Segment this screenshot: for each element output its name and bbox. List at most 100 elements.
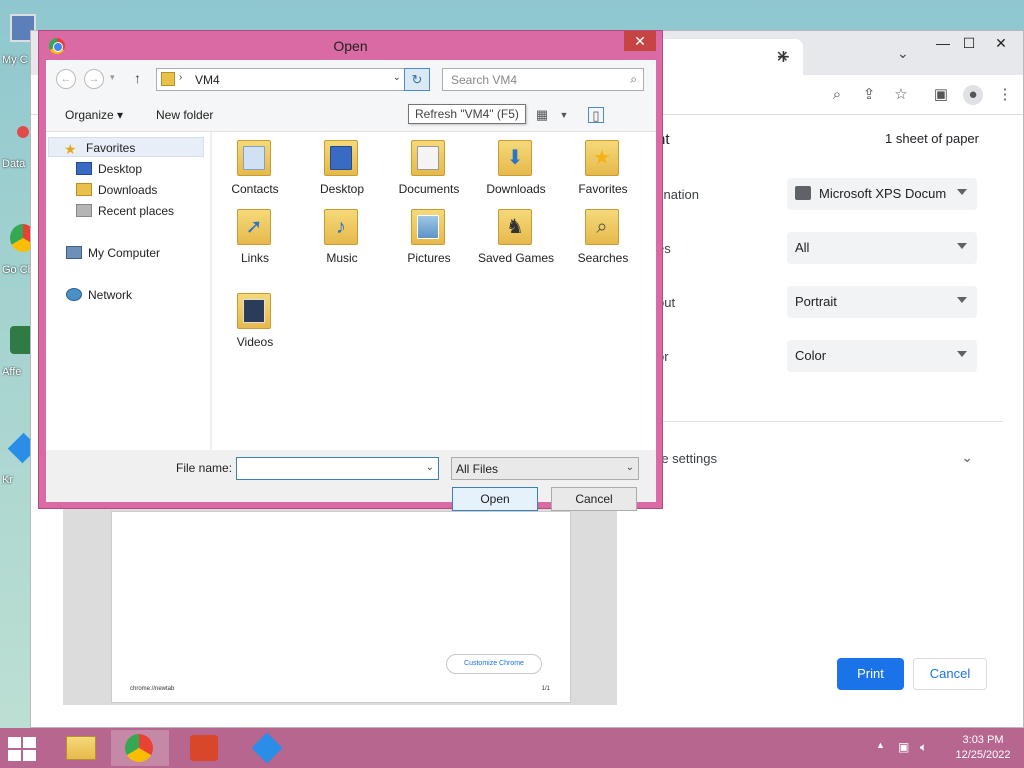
share-icon[interactable]: ⇪ bbox=[859, 85, 879, 105]
system-clock[interactable]: 3:03 PM 12/25/2022 bbox=[946, 733, 1020, 763]
folder-item-saved-games[interactable]: ♞ Saved Games bbox=[477, 207, 555, 266]
search-input[interactable]: Search VM4 ⌕ bbox=[442, 68, 644, 91]
sheet-count: 1 sheet of paper bbox=[885, 131, 979, 146]
refresh-tooltip: Refresh "VM4" (F5) bbox=[408, 104, 526, 124]
nav-item-my-computer[interactable]: My Computer bbox=[66, 246, 160, 260]
nav-item-favorites[interactable]: ★ Favorites bbox=[64, 141, 135, 157]
back-arrow-icon[interactable]: ← bbox=[56, 69, 76, 89]
folder-item-music[interactable]: ♪ Music bbox=[303, 207, 381, 266]
folder-icon bbox=[161, 72, 175, 86]
desktop-icon-my-computer[interactable]: My C bbox=[0, 8, 36, 78]
refresh-button[interactable]: ↻ bbox=[404, 68, 430, 91]
view-options-icon[interactable]: ▦ bbox=[534, 107, 550, 123]
more-menu-icon[interactable]: ⋮ bbox=[995, 85, 1015, 105]
pages-value: All bbox=[795, 240, 810, 255]
open-file-dialog: Open ✕ ← → ▾ ↑ › VM4 ⌄ ↻ Search VM4 ⌕ Or… bbox=[38, 30, 663, 511]
taskbar-acrobat[interactable] bbox=[176, 730, 234, 766]
open-button[interactable]: Open bbox=[452, 487, 538, 511]
network-status-icon[interactable]: ▣ bbox=[898, 740, 909, 754]
side-panel-icon[interactable]: ▣ bbox=[931, 85, 951, 105]
show-hidden-icons-icon[interactable]: ▲ bbox=[876, 740, 885, 750]
chevron-down-icon[interactable]: ⌄ bbox=[393, 72, 401, 83]
dialog-body: ← → ▾ ↑ › VM4 ⌄ ↻ Search VM4 ⌕ Organize … bbox=[46, 60, 656, 511]
nav-item-label: Desktop bbox=[98, 162, 143, 176]
zoom-icon[interactable]: ⌕ bbox=[827, 85, 847, 105]
nav-item-network[interactable]: Network bbox=[66, 288, 132, 302]
recent-locations-icon[interactable]: ▾ bbox=[110, 72, 115, 83]
taskbar-file-explorer[interactable] bbox=[52, 730, 110, 766]
chevron-down-icon[interactable]: ⌄ bbox=[897, 45, 909, 62]
dialog-footer: File name: ⌄ All Files ⌄ Open Cancel bbox=[46, 450, 656, 511]
printer-icon bbox=[795, 186, 811, 200]
chevron-down-icon[interactable]: ⌄ bbox=[426, 462, 434, 473]
folder-item-contacts[interactable]: Contacts bbox=[216, 138, 294, 197]
desktop-icon-affinity[interactable]: Affe bbox=[0, 320, 36, 400]
nav-item-recent-places[interactable]: Recent places bbox=[76, 204, 174, 218]
folder-item-desktop[interactable]: Desktop bbox=[303, 138, 381, 197]
folder-item-links[interactable]: ➚ Links bbox=[216, 207, 294, 266]
videos-folder-icon bbox=[237, 291, 273, 331]
chevron-down-icon[interactable]: ▼ bbox=[556, 107, 572, 123]
more-settings-toggle[interactable]: re settings bbox=[657, 451, 717, 466]
downloads-folder-icon bbox=[76, 183, 92, 196]
folder-name: Documents bbox=[398, 182, 460, 196]
nav-item-desktop[interactable]: Desktop bbox=[76, 162, 142, 176]
layout-select[interactable]: Portrait bbox=[787, 286, 977, 318]
documents-folder-icon bbox=[411, 138, 447, 178]
breadcrumb[interactable]: VM4 bbox=[195, 73, 220, 87]
folder-item-favorites[interactable]: ★ Favorites bbox=[564, 138, 642, 197]
cancel-print-button[interactable]: Cancel bbox=[913, 658, 987, 690]
customize-chrome-button: Customize Chrome bbox=[446, 654, 542, 674]
organize-menu[interactable]: Organize ▾ bbox=[65, 108, 123, 122]
folder-name: Downloads bbox=[486, 182, 546, 196]
desktop-icon-kr[interactable]: Kr bbox=[0, 428, 39, 498]
address-field[interactable]: › VM4 ⌄ bbox=[156, 68, 406, 91]
folder-item-documents[interactable]: Documents bbox=[390, 138, 468, 197]
file-name-input[interactable]: ⌄ bbox=[236, 457, 439, 480]
color-value: Color bbox=[795, 348, 827, 363]
volume-icon[interactable]: 🔈︎ bbox=[920, 740, 927, 755]
nav-item-downloads[interactable]: Downloads bbox=[76, 183, 157, 197]
refresh-icon: ↻ bbox=[411, 72, 423, 87]
maximize-icon[interactable]: ☐ bbox=[955, 35, 983, 52]
minimize-icon[interactable]: — bbox=[929, 35, 957, 51]
taskbar-diamond-app[interactable] bbox=[238, 730, 296, 766]
desktop-icon bbox=[76, 162, 92, 175]
preview-pane-icon[interactable]: ▯ bbox=[588, 107, 604, 123]
chevron-down-icon[interactable]: ⌄ bbox=[961, 449, 973, 466]
file-type-filter-select[interactable]: All Files ⌄ bbox=[451, 457, 639, 480]
color-select[interactable]: Color bbox=[787, 340, 977, 372]
dialog-close-button[interactable]: ✕ bbox=[624, 31, 656, 51]
print-button[interactable]: Print bbox=[837, 658, 904, 690]
navigation-pane: ★ Favorites Desktop Downloads Recent plac… bbox=[46, 132, 210, 450]
folder-name: Music bbox=[326, 251, 358, 265]
folder-item-downloads[interactable]: ⬇ Downloads bbox=[477, 138, 555, 197]
close-window-icon[interactable]: ✕ bbox=[987, 35, 1015, 52]
folder-name: Desktop bbox=[319, 182, 365, 196]
folder-name: Links bbox=[240, 251, 269, 265]
folder-item-pictures[interactable]: Pictures bbox=[390, 207, 468, 266]
windows-start-icon[interactable] bbox=[8, 737, 38, 761]
new-folder-button[interactable]: New folder bbox=[156, 108, 213, 122]
folder-item-searches[interactable]: ⌕ Searches bbox=[564, 207, 642, 266]
print-settings-panel: nt 1 sheet of paper tination Microsoft X… bbox=[617, 115, 1003, 705]
diamond-icon bbox=[251, 732, 283, 764]
computer-icon bbox=[66, 246, 82, 259]
star-icon: ★ bbox=[64, 141, 77, 157]
downloads-folder-icon: ⬇ bbox=[498, 138, 534, 178]
up-arrow-icon[interactable]: ↑ bbox=[134, 70, 141, 86]
desktop-icon-data[interactable]: Data bbox=[0, 112, 36, 182]
saved-games-folder-icon: ♞ bbox=[498, 207, 534, 247]
folder-name: Searches bbox=[577, 251, 629, 265]
destination-select[interactable]: Microsoft XPS Docum bbox=[787, 178, 977, 210]
taskbar-chrome[interactable] bbox=[111, 730, 169, 766]
cancel-button[interactable]: Cancel bbox=[551, 487, 637, 511]
pages-select[interactable]: All bbox=[787, 232, 977, 264]
bookmark-star-icon[interactable]: ☆ bbox=[891, 85, 911, 105]
forward-arrow-icon[interactable]: → bbox=[84, 69, 104, 89]
profile-avatar-icon[interactable]: ● bbox=[963, 85, 983, 105]
desktop-icon-google-chrome[interactable]: Go Ch bbox=[0, 218, 36, 298]
folder-item-videos[interactable]: Videos bbox=[216, 291, 294, 350]
new-tab-icon[interactable]: + bbox=[777, 44, 790, 70]
file-explorer-icon bbox=[66, 736, 96, 760]
